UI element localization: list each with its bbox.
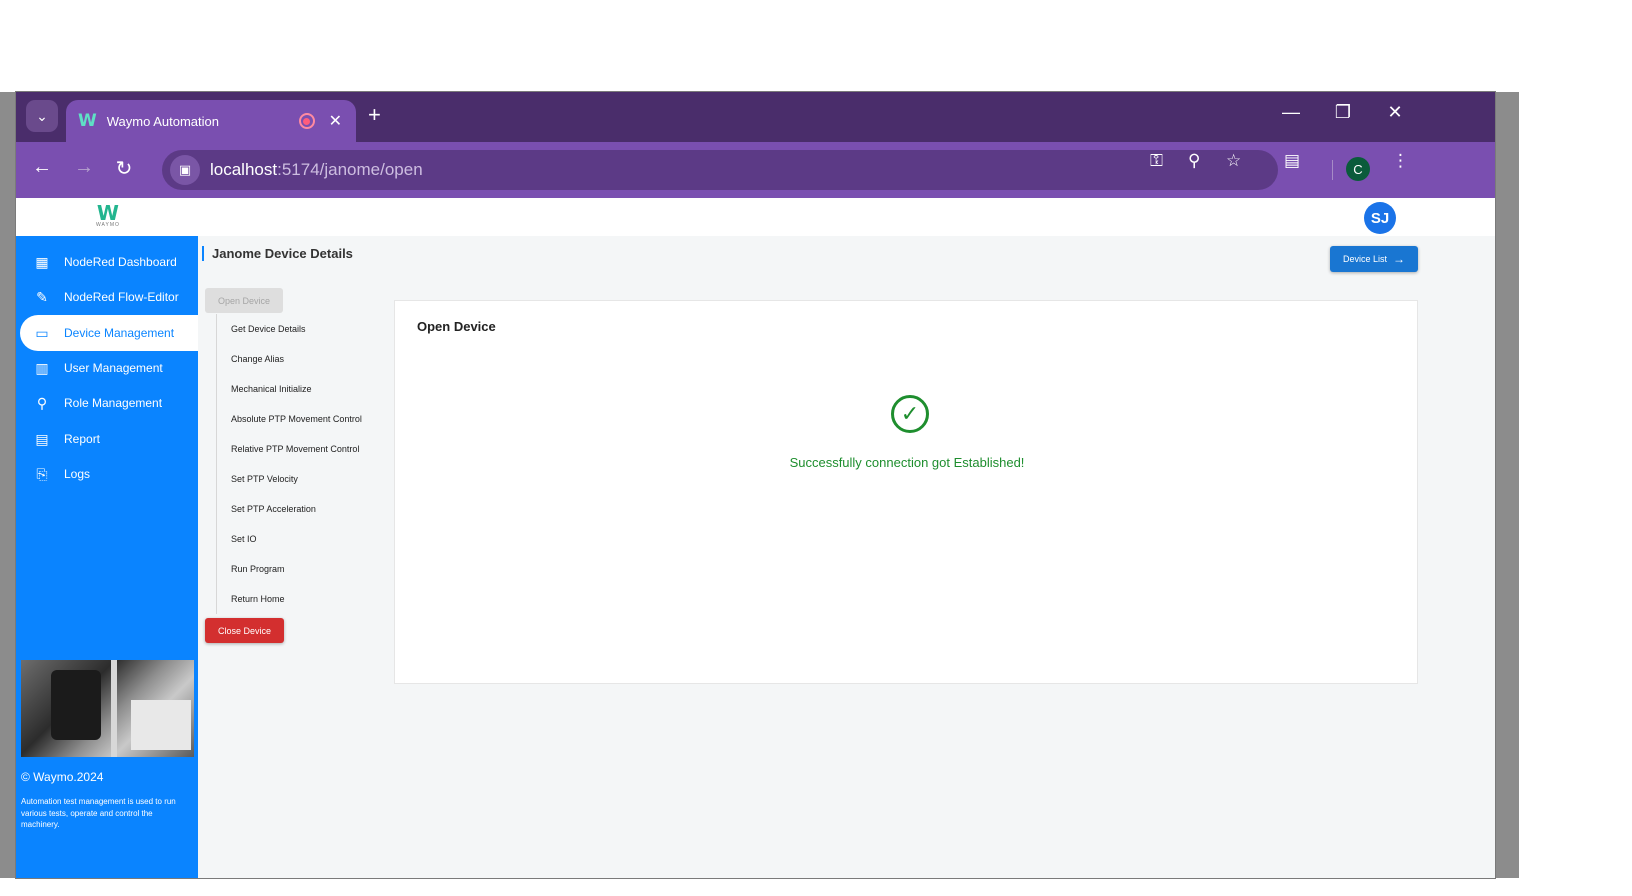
sidebar-item-device-management[interactable]: ▭ Device Management	[20, 315, 198, 351]
chart-icon: ▤	[35, 430, 49, 447]
close-device-button[interactable]: Close Device	[205, 618, 284, 643]
desktop-edge-left	[0, 92, 16, 878]
flow-editor-icon: ✎	[36, 288, 48, 305]
sidebar-item-role-management[interactable]: ⚲ Role Management	[16, 385, 198, 421]
back-icon[interactable]: ←	[28, 156, 56, 179]
page-title: Janome Device Details	[202, 246, 353, 261]
panel-title: Open Device	[417, 319, 496, 334]
monitor-icon: ▭	[35, 324, 49, 341]
logs-icon: ⎘	[36, 465, 48, 482]
minimize-icon[interactable]: —	[1276, 102, 1306, 123]
waymo-logo[interactable]: W WAYMO	[96, 203, 120, 228]
action-mechanical-initialize[interactable]: Mechanical Initialize	[217, 374, 396, 404]
user-avatar[interactable]: SJ	[1364, 202, 1396, 234]
tab-favicon: W	[78, 111, 97, 131]
key-icon[interactable]: ⚿	[1150, 151, 1163, 171]
action-relative-ptp-movement-control[interactable]: Relative PTP Movement Control	[217, 434, 396, 464]
open-device-button[interactable]: Open Device	[205, 288, 283, 313]
tab-title: Waymo Automation	[106, 113, 219, 129]
sidebar-item-user-management[interactable]: ▥ User Management	[16, 350, 198, 386]
user-board-icon: ▥	[35, 359, 49, 376]
sitemap-icon: ▦	[35, 253, 49, 270]
action-get-device-details[interactable]: Get Device Details	[217, 314, 396, 344]
action-return-home[interactable]: Return Home	[217, 584, 396, 614]
app-header: W WAYMO SJ	[16, 198, 1495, 236]
menu-icon[interactable]: ⋮	[1392, 151, 1409, 171]
restore-icon[interactable]: ❐	[1328, 102, 1358, 123]
machine-photo	[21, 660, 194, 757]
role-icon: ⚲	[36, 394, 48, 411]
profile-avatar[interactable]: C	[1346, 157, 1370, 181]
action-set-io[interactable]: Set IO	[217, 524, 396, 554]
arrow-right-icon: →	[1393, 252, 1405, 266]
new-tab-button[interactable]: +	[368, 102, 381, 128]
action-absolute-ptp-movement-control[interactable]: Absolute PTP Movement Control	[217, 404, 396, 434]
recording-icon	[298, 113, 315, 129]
reload-icon[interactable]: ↻	[110, 156, 138, 181]
browser-tab[interactable]: W Waymo Automation ✕	[66, 100, 356, 142]
action-run-program[interactable]: Run Program	[217, 554, 396, 584]
screen: ⌄ W Waymo Automation ✕ + — ❐ ✕ ← → ↻ ▣ l…	[0, 0, 1632, 896]
success-message: Successfully connection got Established!	[789, 455, 1025, 470]
sidebar-description: Automation test management is used to ru…	[21, 797, 176, 829]
sidebar-item-logs[interactable]: ⎘ Logs	[16, 456, 198, 492]
sidebar-item-nodered-dashboard[interactable]: ▦ NodeRed Dashboard	[16, 244, 198, 280]
camera-icon[interactable]: ▣	[170, 155, 200, 185]
action-list: Get Device Details Change Alias Mechanic…	[216, 314, 396, 614]
browser-window: ⌄ W Waymo Automation ✕ + — ❐ ✕ ← → ↻ ▣ l…	[16, 92, 1495, 878]
zoom-icon[interactable]: ⚲	[1188, 151, 1200, 171]
url-text[interactable]: localhost:5174/janome/open	[210, 160, 423, 180]
extensions-icon[interactable]: ▤	[1284, 151, 1300, 171]
sidebar-item-report[interactable]: ▤ Report	[16, 421, 198, 457]
toolbar-divider	[1332, 160, 1333, 180]
window-close-icon[interactable]: ✕	[1380, 102, 1410, 123]
star-icon[interactable]: ☆	[1226, 151, 1241, 171]
check-circle-icon: ✓	[891, 395, 929, 433]
open-device-panel: Open Device ✓ Successfully connection go…	[394, 300, 1418, 684]
sidebar-item-nodered-flow-editor[interactable]: ✎ NodeRed Flow-Editor	[16, 279, 198, 315]
tab-strip: ⌄ W Waymo Automation ✕ + — ❐ ✕	[16, 92, 1495, 142]
address-bar[interactable]: ▣ localhost:5174/janome/open	[162, 150, 1278, 190]
action-set-ptp-velocity[interactable]: Set PTP Velocity	[217, 464, 396, 494]
action-set-ptp-acceleration[interactable]: Set PTP Acceleration	[217, 494, 396, 524]
main-content: Janome Device Details Device List → Open…	[198, 236, 1495, 878]
tab-search-icon[interactable]: ⌄	[26, 100, 58, 132]
device-list-button[interactable]: Device List →	[1330, 246, 1418, 272]
close-icon[interactable]: ✕	[329, 111, 342, 131]
forward-icon[interactable]: →	[70, 156, 98, 179]
desktop-edge-right	[1495, 92, 1519, 878]
app: W WAYMO SJ ▦ NodeRed Dashboard ✎ NodeRed…	[16, 198, 1495, 878]
browser-toolbar: ← → ↻ ▣ localhost:5174/janome/open ⚿ ⚲ ☆…	[16, 142, 1495, 198]
sidebar: ▦ NodeRed Dashboard ✎ NodeRed Flow-Edito…	[16, 236, 198, 878]
action-change-alias[interactable]: Change Alias	[217, 344, 396, 374]
copyright-text: © Waymo.2024	[21, 770, 104, 784]
